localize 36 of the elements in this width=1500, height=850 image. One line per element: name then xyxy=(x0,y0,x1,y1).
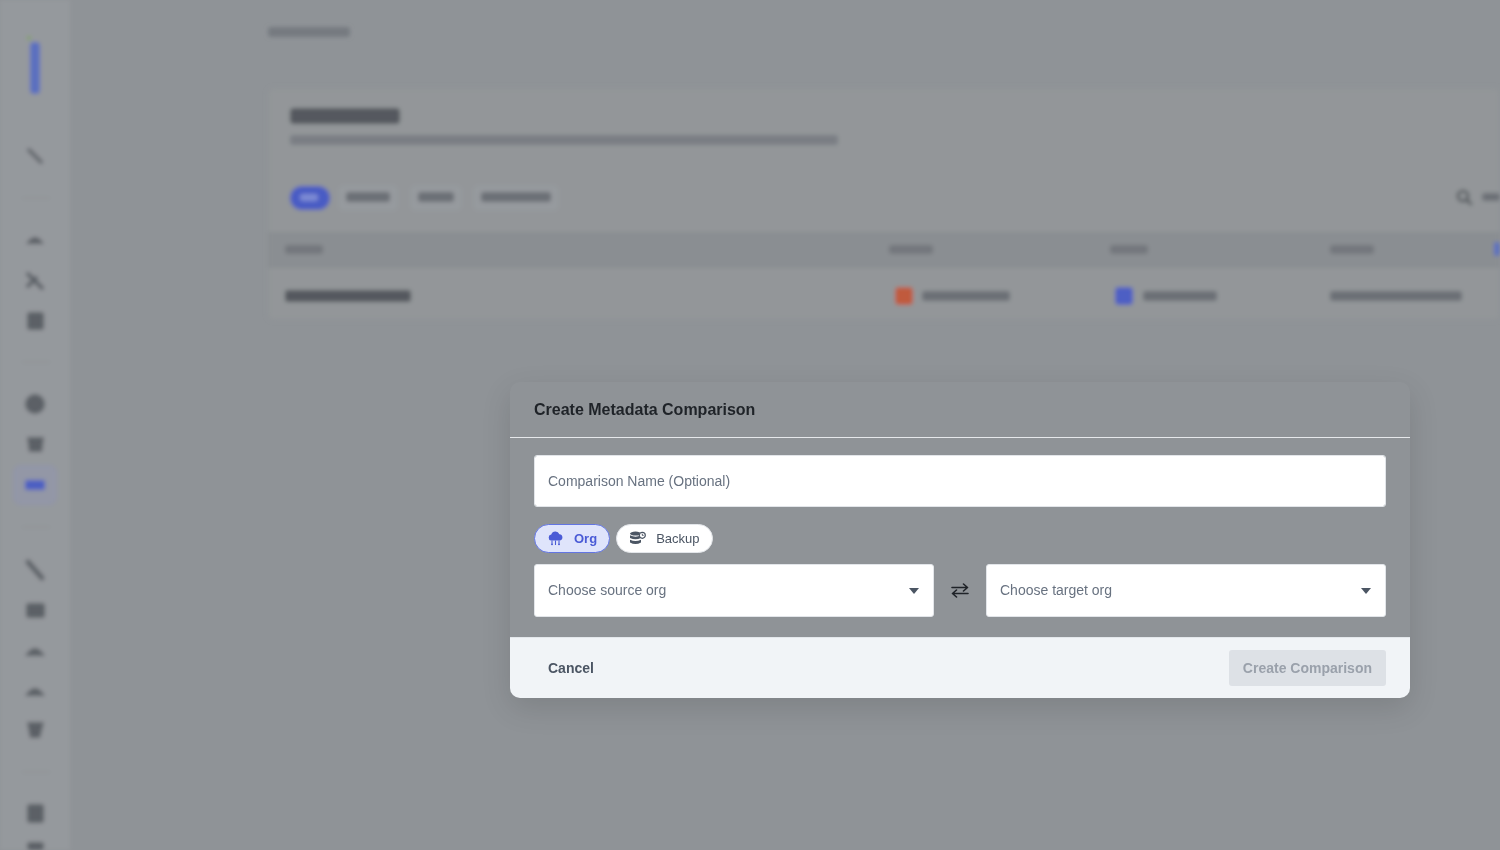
blurred-text xyxy=(418,192,454,202)
cancel-button[interactable]: Cancel xyxy=(534,650,608,686)
square-icon xyxy=(895,287,913,305)
source-org-select[interactable]: Choose source org xyxy=(534,564,934,617)
square-icon xyxy=(1115,287,1133,305)
blurred-nav-icon xyxy=(26,603,45,618)
blurred-nav-icon xyxy=(26,272,44,290)
source-type-tab[interactable]: Org xyxy=(534,524,611,553)
blurred-nav-icon xyxy=(25,688,45,696)
comparison-name-field[interactable]: Comparison Name (Optional) xyxy=(534,455,1386,507)
blurred-control xyxy=(1494,242,1500,256)
blurred-nav-icon xyxy=(25,559,45,581)
caret-down-icon xyxy=(1361,587,1371,594)
blurred-text xyxy=(346,192,390,202)
blurred-text xyxy=(300,194,318,201)
blurred-nav-icon xyxy=(26,237,44,244)
blurred-nav-icon xyxy=(27,722,44,738)
database-icon xyxy=(629,531,647,546)
caret-down-icon xyxy=(909,587,919,594)
blurred-nav-icon xyxy=(27,148,43,164)
blurred-nav-icon xyxy=(25,394,45,414)
blurred-nav-icon xyxy=(27,842,44,850)
dialog-title: Create Metadata Comparison xyxy=(534,399,756,420)
swap-icon[interactable] xyxy=(951,583,969,598)
blurred-nav-icon xyxy=(27,312,44,330)
source-type-tab[interactable]: Backup xyxy=(616,524,713,553)
blurred-nav-icon xyxy=(25,648,45,656)
blurred-nav-icon xyxy=(27,804,44,823)
blurred-nav-icon xyxy=(25,480,45,490)
cloud-icon xyxy=(547,531,564,546)
logo-icon xyxy=(27,36,40,94)
target-org-select[interactable]: Choose target org xyxy=(986,564,1386,617)
blurred-text xyxy=(1482,193,1500,201)
blurred-text xyxy=(481,192,551,202)
blurred-nav-icon xyxy=(27,437,44,452)
search-icon xyxy=(1456,189,1473,206)
